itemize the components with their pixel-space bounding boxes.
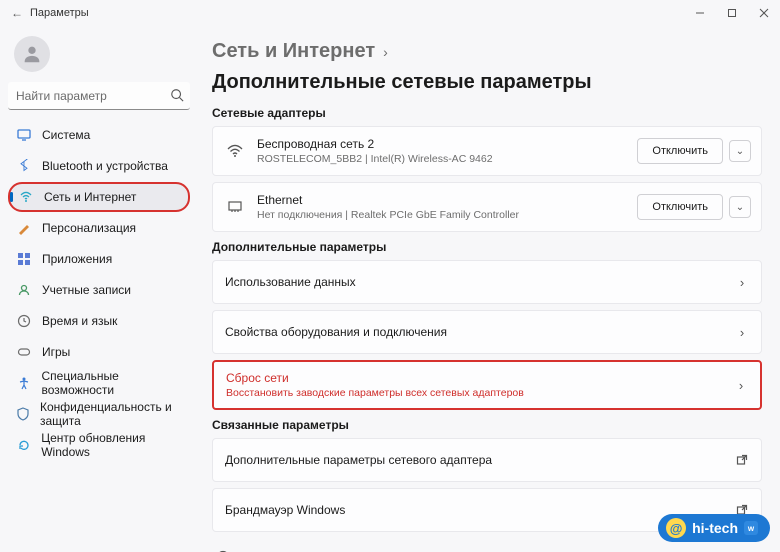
- page-title: Дополнительные сетевые параметры: [212, 71, 592, 94]
- section-title-adapters: Сетевые адаптеры: [212, 106, 762, 120]
- adapter-title: Беспроводная сеть 2: [257, 137, 637, 151]
- row-title: Использование данных: [225, 275, 356, 289]
- sidebar-item-label: Игры: [42, 345, 70, 359]
- sidebar-item-privacy[interactable]: Конфиденциальность и защита: [8, 399, 190, 429]
- adapter-card-ethernet[interactable]: Ethernet Нет подключения | Realtek PCIe …: [212, 182, 762, 232]
- titlebar: ← Параметры: [0, 0, 780, 26]
- row-hw-properties[interactable]: Свойства оборудования и подключения ›: [212, 310, 762, 354]
- open-external-icon: [735, 454, 749, 466]
- row-title: Брандмауэр Windows: [225, 503, 345, 517]
- section-title-extra: Дополнительные параметры: [212, 240, 762, 254]
- back-button[interactable]: ←: [8, 6, 26, 20]
- sidebar-item-label: Сеть и Интернет: [44, 190, 136, 204]
- row-title: Сброс сети: [226, 371, 734, 385]
- sidebar-item-personalization[interactable]: Персонализация: [8, 213, 190, 243]
- minimize-button[interactable]: [684, 0, 716, 26]
- sidebar-item-label: Приложения: [42, 252, 112, 266]
- close-button[interactable]: [748, 0, 780, 26]
- avatar[interactable]: [14, 36, 50, 72]
- sidebar-item-label: Bluetooth и устройства: [42, 159, 168, 173]
- chevron-right-icon: ›: [735, 275, 749, 290]
- disconnect-button[interactable]: Отключить: [637, 194, 723, 220]
- chevron-down-icon[interactable]: ⌄: [729, 196, 751, 218]
- window-title: Параметры: [30, 7, 89, 19]
- network-icon: [18, 189, 34, 205]
- watermark: @ hi-tech w: [658, 514, 770, 542]
- sidebar-item-system[interactable]: Система: [8, 120, 190, 150]
- ethernet-icon: [223, 198, 247, 216]
- search-icon: [170, 88, 184, 102]
- privacy-icon: [16, 406, 30, 422]
- row-subtitle: Восстановить заводские параметры всех се…: [226, 387, 734, 399]
- sidebar-item-label: Время и язык: [42, 314, 117, 328]
- row-adapter-settings[interactable]: Дополнительные параметры сетевого адапте…: [212, 438, 762, 482]
- maximize-button[interactable]: [716, 0, 748, 26]
- sidebar-item-network[interactable]: Сеть и Интернет: [8, 182, 190, 212]
- update-icon: [16, 437, 31, 453]
- disconnect-button[interactable]: Отключить: [637, 138, 723, 164]
- personalization-icon: [16, 220, 32, 236]
- search-input[interactable]: [8, 82, 190, 110]
- adapter-title: Ethernet: [257, 193, 637, 207]
- row-title: Свойства оборудования и подключения: [225, 325, 447, 339]
- sidebar-item-label: Персонализация: [42, 221, 136, 235]
- row-title: Дополнительные параметры сетевого адапте…: [225, 453, 492, 467]
- time-icon: [16, 313, 32, 329]
- wifi-icon: [223, 142, 247, 160]
- bluetooth-icon: [16, 158, 32, 174]
- chevron-right-icon: ›: [734, 378, 748, 393]
- main-content: Сеть и Интернет › Дополнительные сетевые…: [198, 26, 780, 552]
- row-data-usage[interactable]: Использование данных ›: [212, 260, 762, 304]
- section-title-related: Связанные параметры: [212, 418, 762, 432]
- sidebar-item-label: Система: [42, 128, 90, 142]
- chevron-down-icon[interactable]: ⌄: [729, 140, 751, 162]
- apps-icon: [16, 251, 32, 267]
- sidebar-item-bluetooth[interactable]: Bluetooth и устройства: [8, 151, 190, 181]
- sidebar-item-apps[interactable]: Приложения: [8, 244, 190, 274]
- sidebar-item-accessibility[interactable]: Специальные возможности: [8, 368, 190, 398]
- sidebar-item-label: Специальные возможности: [42, 369, 190, 397]
- get-help-link[interactable]: Получить помощь: [212, 544, 762, 552]
- breadcrumb-parent[interactable]: Сеть и Интернет: [212, 40, 375, 63]
- sidebar-item-label: Конфиденциальность и защита: [40, 400, 190, 428]
- gaming-icon: [16, 344, 32, 360]
- chevron-right-icon: ›: [735, 325, 749, 340]
- chevron-right-icon: ›: [383, 44, 388, 60]
- sidebar-item-update[interactable]: Центр обновления Windows: [8, 430, 190, 460]
- adapter-card-wifi[interactable]: Беспроводная сеть 2 ROSTELECOM_5BB2 | In…: [212, 126, 762, 176]
- sidebar: Система Bluetooth и устройства Сеть и Ин…: [0, 26, 198, 552]
- breadcrumb: Сеть и Интернет › Дополнительные сетевые…: [212, 40, 762, 94]
- sidebar-item-time[interactable]: Время и язык: [8, 306, 190, 336]
- row-network-reset[interactable]: Сброс сети Восстановить заводские параме…: [212, 360, 762, 410]
- adapter-subtitle: ROSTELECOM_5BB2 | Intel(R) Wireless-AC 9…: [257, 153, 637, 165]
- sidebar-item-accounts[interactable]: Учетные записи: [8, 275, 190, 305]
- sidebar-item-label: Центр обновления Windows: [41, 431, 190, 459]
- adapter-subtitle: Нет подключения | Realtek PCIe GbE Famil…: [257, 209, 637, 221]
- sidebar-item-label: Учетные записи: [42, 283, 131, 297]
- system-icon: [16, 127, 32, 143]
- accounts-icon: [16, 282, 32, 298]
- accessibility-icon: [16, 375, 32, 391]
- sidebar-item-gaming[interactable]: Игры: [8, 337, 190, 367]
